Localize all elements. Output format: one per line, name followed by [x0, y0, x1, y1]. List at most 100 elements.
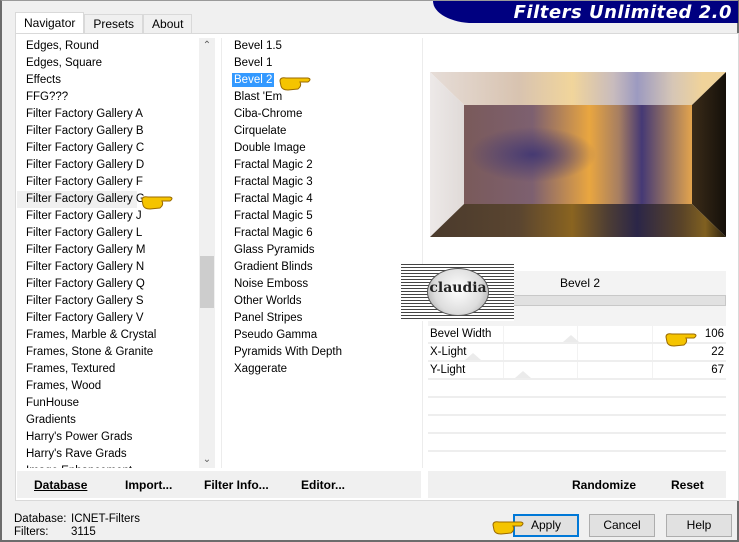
- slider-tick: [503, 344, 504, 360]
- slider-tick: [577, 362, 578, 378]
- category-scrollbar[interactable]: ⌃ ⌄: [199, 38, 215, 468]
- tab-bar: Navigator Presets About: [15, 12, 193, 34]
- filter-item[interactable]: Fractal Magic 6: [225, 225, 420, 242]
- filter-item-label: Fractal Magic 2: [234, 159, 313, 171]
- filter-item[interactable]: Double Image: [225, 140, 420, 157]
- category-item[interactable]: Effects: [17, 72, 198, 89]
- title-banner: Filters Unlimited 2.0: [433, 1, 738, 23]
- database-button-label: Database: [34, 478, 88, 492]
- param-label: Y-Light: [430, 364, 466, 376]
- filter-item-label: Fractal Magic 3: [234, 176, 313, 188]
- scroll-down-arrow-icon[interactable]: ⌄: [199, 452, 215, 468]
- filters-unlimited-dialog: Filters Unlimited 2.0 Navigator Presets …: [0, 0, 739, 542]
- category-item[interactable]: Frames, Textured: [17, 361, 198, 378]
- filter-item[interactable]: Fractal Magic 5: [225, 208, 420, 225]
- filter-item[interactable]: Bevel 1.5: [225, 38, 420, 55]
- tab-navigator[interactable]: Navigator: [15, 12, 85, 34]
- filter-item[interactable]: Glass Pyramids: [225, 242, 420, 259]
- filter-item[interactable]: Ciba-Chrome: [225, 106, 420, 123]
- param-value: 22: [711, 346, 724, 358]
- category-item[interactable]: Filter Factory Gallery N: [17, 259, 198, 276]
- filters-count: 3115: [71, 526, 96, 538]
- filter-item-label: Pseudo Gamma: [234, 329, 318, 341]
- help-button[interactable]: Help: [666, 514, 732, 537]
- filter-info-button[interactable]: Filter Info...: [204, 478, 269, 492]
- list-divider: [422, 38, 423, 468]
- list-divider: [221, 38, 222, 468]
- category-item[interactable]: Filter Factory Gallery V: [17, 310, 198, 327]
- database-button[interactable]: Database: [34, 478, 87, 492]
- category-item[interactable]: Filter Factory Gallery B: [17, 123, 198, 140]
- filter-item-label: Panel Stripes: [234, 312, 303, 324]
- watermark-logo: claudia: [401, 264, 514, 321]
- filter-item[interactable]: Xaggerate: [225, 361, 420, 378]
- category-list[interactable]: Edges, Round Edges, Square Effects FFG??? Fi…: [17, 38, 198, 468]
- import-button[interactable]: Import...: [125, 478, 172, 492]
- category-item[interactable]: Gradients: [17, 412, 198, 429]
- filter-item[interactable]: Bevel 1: [225, 55, 420, 72]
- category-item[interactable]: Filter Factory Gallery Q: [17, 276, 198, 293]
- filter-item[interactable]: Fractal Magic 3: [225, 174, 420, 191]
- scroll-thumb[interactable]: [200, 256, 214, 308]
- category-item[interactable]: Filter Factory Gallery G: [17, 191, 145, 208]
- database-label: Database:: [14, 513, 67, 525]
- category-item[interactable]: Filter Factory Gallery A: [17, 106, 198, 123]
- status-area: Database: ICNET-Filters Filters: 3115: [14, 513, 140, 539]
- filter-item[interactable]: Other Worlds: [225, 293, 420, 310]
- filter-item-label: Other Worlds: [234, 295, 302, 307]
- category-item[interactable]: Frames, Stone & Granite: [17, 344, 198, 361]
- slider-thumb[interactable]: [465, 353, 481, 360]
- filters-label: Filters:: [14, 526, 49, 538]
- filter-item[interactable]: Cirquelate: [225, 123, 420, 140]
- slider-thumb[interactable]: [563, 335, 579, 342]
- category-item[interactable]: Filter Factory Gallery F: [17, 174, 198, 191]
- filter-item[interactable]: Noise Emboss: [225, 276, 420, 293]
- param-slider-row[interactable]: Y-Light 67: [428, 362, 726, 380]
- filter-item[interactable]: Gradient Blinds: [225, 259, 420, 276]
- filter-item[interactable]: Pseudo Gamma: [225, 327, 420, 344]
- editor-button[interactable]: Editor...: [301, 478, 345, 492]
- category-item[interactable]: Filter Factory Gallery S: [17, 293, 198, 310]
- navigator-button-bar: Database Import... Filter Info... Editor…: [17, 471, 421, 498]
- category-item[interactable]: FunHouse: [17, 395, 198, 412]
- app-title: Filters Unlimited 2.0: [513, 2, 732, 23]
- category-item[interactable]: Image Enhancement: [17, 463, 198, 468]
- tab-about[interactable]: About: [143, 14, 193, 34]
- reset-button[interactable]: Reset: [671, 478, 704, 492]
- category-item[interactable]: Filter Factory Gallery J: [17, 208, 198, 225]
- category-item[interactable]: Edges, Square: [17, 55, 198, 72]
- category-item[interactable]: Harry's Power Grads: [17, 429, 198, 446]
- cancel-button[interactable]: Cancel: [589, 514, 655, 537]
- slider-tick: [652, 344, 653, 360]
- pointing-hand-icon: [279, 77, 311, 91]
- filter-item[interactable]: Blast 'Em: [225, 89, 420, 106]
- filter-item[interactable]: Bevel 2: [225, 72, 420, 89]
- slider-tick: [652, 362, 653, 378]
- filter-item[interactable]: Fractal Magic 4: [225, 191, 420, 208]
- pointing-hand-icon: [492, 521, 524, 535]
- category-item[interactable]: FFG???: [17, 89, 198, 106]
- filter-list[interactable]: Bevel 1.5 Bevel 1 Bevel 2 Blast 'Em Ciba-Chr…: [225, 38, 420, 468]
- category-item[interactable]: Filter Factory Gallery M: [17, 242, 198, 259]
- filter-item[interactable]: Pyramids With Depth: [225, 344, 420, 361]
- filter-item[interactable]: Fractal Magic 2: [225, 157, 420, 174]
- slider-tick: [577, 344, 578, 360]
- filter-item-label: Cirquelate: [234, 125, 287, 137]
- category-item[interactable]: Filter Factory Gallery L: [17, 225, 198, 242]
- watermark-text: claudia: [429, 280, 487, 296]
- slider-tick: [503, 362, 504, 378]
- category-item[interactable]: Frames, Marble & Crystal: [17, 327, 198, 344]
- category-item[interactable]: Frames, Wood: [17, 378, 198, 395]
- slider-thumb[interactable]: [515, 371, 531, 378]
- params-button-bar: Randomize Reset: [428, 471, 726, 498]
- scroll-up-arrow-icon[interactable]: ⌃: [199, 38, 215, 54]
- randomize-button[interactable]: Randomize: [572, 478, 636, 492]
- filter-item[interactable]: Panel Stripes: [225, 310, 420, 327]
- category-item[interactable]: Filter Factory Gallery C: [17, 140, 198, 157]
- category-item[interactable]: Harry's Rave Grads: [17, 446, 198, 463]
- category-item[interactable]: Filter Factory Gallery D: [17, 157, 198, 174]
- tab-presets[interactable]: Presets: [84, 14, 144, 34]
- param-label: X-Light: [430, 346, 467, 358]
- slider-tick: [503, 326, 504, 342]
- category-item[interactable]: Edges, Round: [17, 38, 198, 55]
